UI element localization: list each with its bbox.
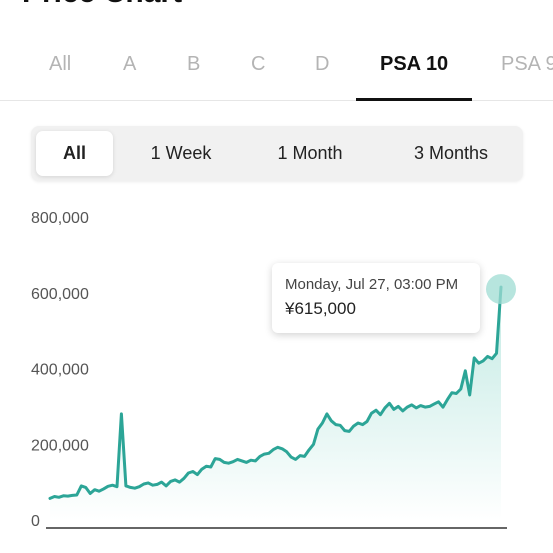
price-chart[interactable]: 0 200,000 400,000 600,000 800,000 (0, 190, 553, 540)
range-1-week-button[interactable]: 1 Week (131, 131, 231, 176)
y-tick-label: 0 (31, 513, 40, 530)
selected-point-marker[interactable] (486, 274, 516, 305)
tab-grade-c[interactable]: C (251, 50, 265, 100)
tooltip-date: Monday, Jul 27, 03:00 PM (285, 276, 459, 293)
tab-grade-psa-9[interactable]: PSA 9 (501, 50, 553, 100)
tab-grade-psa-10[interactable]: PSA 10 (355, 50, 473, 101)
y-tick-label: 400,000 (31, 362, 89, 379)
grade-tab-bar: All A B C D PSA 10 PSA 9 (0, 36, 553, 101)
range-3-months-button[interactable]: 3 Months (391, 131, 511, 176)
y-tick-label: 600,000 (31, 286, 89, 303)
tab-grade-all[interactable]: All (49, 50, 71, 100)
tooltip-price: ¥615,000 (285, 299, 356, 318)
range-1-month-button[interactable]: 1 Month (256, 131, 364, 176)
price-chart-screen: Price Chart All A B C D PSA 10 PSA 9 All… (0, 0, 553, 553)
y-tick-label: 200,000 (31, 437, 89, 454)
range-all-button[interactable]: All (36, 131, 113, 176)
time-range-selector: All 1 Week 1 Month 3 Months (31, 126, 523, 181)
page-title: Price Chart (22, 0, 182, 10)
price-tooltip: Monday, Jul 27, 03:00 PM ¥615,000 (272, 263, 480, 333)
y-tick-label: 800,000 (31, 210, 89, 227)
tab-grade-b[interactable]: B (187, 50, 200, 100)
tab-grade-a[interactable]: A (123, 50, 136, 100)
tab-grade-d[interactable]: D (315, 50, 329, 100)
